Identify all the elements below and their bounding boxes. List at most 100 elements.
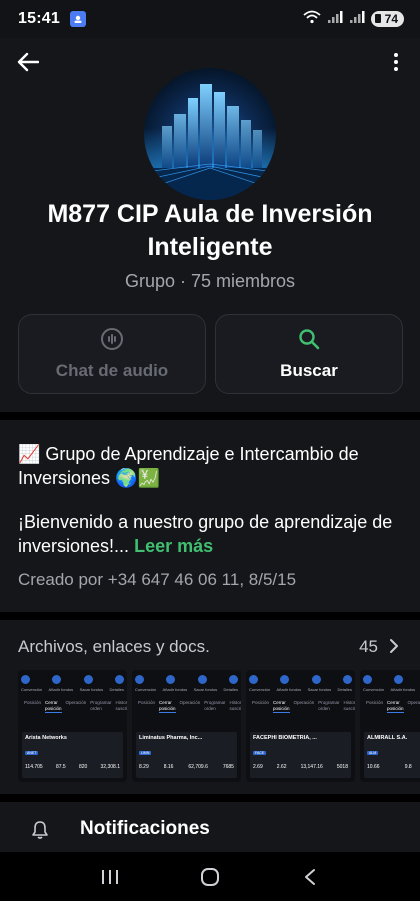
thumbnail-column-label: Historial de suscripciones (343, 700, 355, 711)
group-title: M877 CIP Aula de Inversión Inteligente (47, 200, 373, 261)
thumbnail-action-icon (342, 675, 352, 684)
thumbnail-action-icon (166, 675, 176, 684)
thumbnail-action-icon (363, 675, 372, 684)
thumbnail-column-label: Posición (252, 700, 270, 705)
thumbnail-action-icon (394, 675, 404, 684)
thumbnail-column-label: Programar orden (318, 700, 340, 711)
thumbnail-action-icon (311, 675, 321, 684)
status-bar: 15:41 74 (0, 0, 420, 38)
thumbnail-columns: PosiciónCerrar posiciónOperaciónPrograma… (138, 700, 241, 713)
back-arrow-icon (17, 52, 39, 72)
read-more-link[interactable]: Leer más (134, 536, 213, 556)
wifi-icon (303, 10, 321, 29)
stock-values: 2.69 2.62 13,147.16 5018 (253, 764, 348, 770)
thumbnail-icons (21, 675, 124, 684)
thumbnail-column-label: Operación (179, 700, 201, 705)
media-thumbnail[interactable]: ConvenciónAñadir fondosSacar fondosDetal… (18, 670, 127, 782)
thumbnail-stock-card: Arista Networks ANET 114.705 87.5 820 32,308.… (22, 732, 123, 778)
thumbnail-column-label: Posición (24, 700, 42, 705)
thumbnail-column-label: Cerrar posición (45, 700, 62, 713)
more-options-button[interactable] (384, 48, 408, 76)
audio-chat-button[interactable]: Chat de audio (18, 314, 206, 394)
stock-value: 32,308.1 (100, 764, 120, 770)
media-thumbnail[interactable]: ConvenciónAñadir fondosSacar fondosDetal… (132, 670, 241, 782)
thumbnail-icon-label: Detalles (223, 687, 238, 692)
thumbnail-icon-label: Convención (135, 687, 157, 692)
stock-value: 10.66 (367, 764, 380, 770)
created-by-text: Creado por +34 647 46 06 11, 8/5/15 (18, 570, 297, 589)
group-avatar[interactable] (144, 68, 276, 200)
stock-value: 2.62 (276, 764, 287, 770)
city-skyline-image (144, 84, 276, 200)
recent-apps-icon (102, 869, 118, 884)
more-vertical-icon (394, 53, 398, 71)
thumbnail-icon-label: Añadir fondos (162, 687, 188, 692)
stock-name: Arista Networks (25, 735, 67, 741)
stock-name: Liminatus Pharma, Inc... (139, 735, 203, 741)
stock-values: 10.66 9.8 (367, 764, 420, 770)
thumbnail-icon-label: Añadir fondos (276, 687, 302, 692)
bell-icon (32, 821, 48, 839)
stock-values: 114.705 87.5 820 32,308.1 (25, 764, 120, 770)
thumbnail-action-icon (228, 675, 238, 684)
home-icon (201, 867, 219, 886)
thumbnail-column-label: Programar orden (90, 700, 112, 711)
battery-indicator: 74 (370, 11, 404, 27)
thumbnail-columns: PosiciónCerrar posiciónOperaciónPrograma… (252, 700, 355, 713)
thumbnail-action-icon (280, 675, 290, 684)
chevron-right-icon[interactable] (386, 638, 402, 654)
stock-ticker: ANET (25, 751, 39, 755)
thumbnail-icon-label: Convención (249, 687, 271, 692)
thumbnail-icon-labels: ConvenciónAñadir fondosSacar fondosDetal… (363, 687, 420, 692)
thumbnail-icon-label: Sacar fondos (307, 687, 332, 692)
media-thumbnail[interactable]: ConvenciónAñadir fondosSacar fondosDetal… (360, 670, 420, 782)
stock-value: 5018 (336, 764, 348, 770)
thumbnail-icon-label: Añadir fondos (390, 687, 416, 692)
description-body: ¡Bienvenido a nuestro grupo de aprendiza… (18, 510, 402, 558)
signal-2-icon (349, 10, 365, 29)
thumbnail-stock-card: FACEPHI BIOMETRIA, ... FACE 2.69 2.62 13,147… (250, 732, 351, 778)
search-icon (299, 329, 320, 350)
system-back-button[interactable] (290, 857, 330, 897)
thumbnail-action-icon (21, 675, 30, 684)
status-time: 15:41 (18, 10, 60, 27)
stock-value: 114.705 (25, 764, 43, 770)
stock-ticker: ALM (367, 751, 379, 755)
thumbnail-column-label: Cerrar posición (387, 700, 404, 713)
stock-name: ALMIRALL S.A. (367, 735, 408, 741)
thumbnail-icon-label: Detalles (337, 687, 352, 692)
files-section-title[interactable]: Archivos, enlaces y docs. (18, 637, 210, 657)
thumbnail-column-label: Historial de suscripciones (229, 700, 241, 711)
back-button[interactable] (14, 48, 42, 76)
notifications-row[interactable]: Notificaciones (0, 802, 420, 852)
app-notification-icon (69, 11, 86, 27)
stock-ticker: FACE (253, 751, 267, 755)
thumbnail-icon-label: Convención (363, 687, 385, 692)
stock-value: 2.69 (253, 764, 263, 770)
recent-apps-button[interactable] (90, 857, 130, 897)
thumbnail-column-label: Operación (293, 700, 315, 705)
thumbnail-action-icon (135, 675, 144, 684)
stock-value: 820 (78, 764, 88, 770)
thumbnail-column-label: Programar orden (204, 700, 226, 711)
stock-value: 13,147.16 (300, 764, 323, 770)
system-nav-bar (0, 852, 420, 901)
thumbnail-column-label: Posición (138, 700, 156, 705)
group-header: M877 CIP Aula de Inversión Inteligente G… (0, 38, 420, 412)
thumbnail-icon-labels: ConvenciónAñadir fondosSacar fondosDetal… (135, 687, 238, 692)
thumbnail-action-icon (249, 675, 258, 684)
thumbnail-icon-label: Sacar fondos (79, 687, 104, 692)
thumbnail-icons (135, 675, 238, 684)
stock-name: FACEPHI BIOMETRIA, ... (253, 735, 317, 741)
thumbnail-column-label: Cerrar posición (159, 700, 176, 713)
search-button[interactable]: Buscar (215, 314, 403, 394)
thumbnail-action-icon (197, 675, 207, 684)
thumbnail-column-label: Cerrar posición (273, 700, 290, 713)
search-label: Buscar (280, 361, 338, 380)
media-thumbnail[interactable]: Convención Añadir fondos Sacar fondos Detal… (246, 670, 355, 782)
home-button[interactable] (190, 857, 230, 897)
media-thumbnails: Convención Añadir fondos Sacar fondos Detal… (18, 670, 420, 782)
notifications-label: Notificaciones (80, 818, 210, 839)
thumbnail-columns: PosiciónCerrar posiciónOperaciónPrograma… (24, 700, 127, 713)
thumbnail-column-label: Operación (407, 700, 420, 705)
